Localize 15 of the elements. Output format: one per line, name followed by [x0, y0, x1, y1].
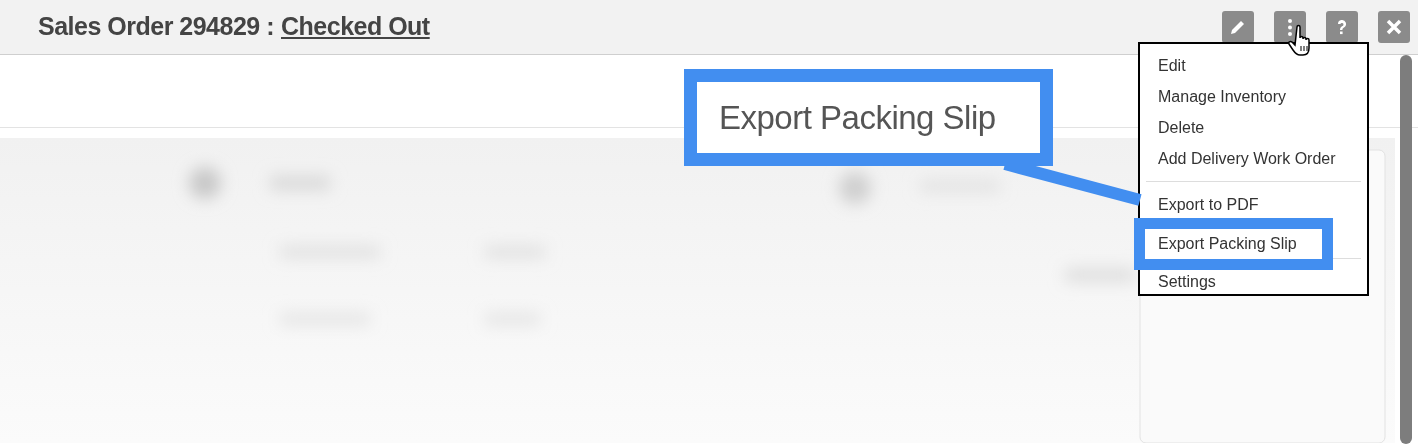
scrollbar[interactable]: [1400, 55, 1412, 444]
menu-item[interactable]: Export Packing Slip: [1158, 232, 1297, 256]
menu-item[interactable]: Manage Inventory: [1140, 84, 1287, 109]
close-icon: [1384, 17, 1404, 37]
toolbar-button[interactable]: [1326, 11, 1358, 43]
callout-label: Export Packing Slip: [719, 97, 996, 138]
menu-item[interactable]: Add Delivery Work Order: [1140, 146, 1336, 171]
status-link[interactable]: Checked Out: [281, 8, 430, 46]
menu-item[interactable]: Settings: [1140, 269, 1216, 294]
more-icon: [1288, 18, 1292, 36]
menu-item[interactable]: Delete: [1140, 115, 1205, 140]
order-title: Sales Order 294829 :: [38, 11, 274, 43]
menu-item[interactable]: Edit: [1140, 53, 1186, 78]
toolbar-button[interactable]: [1222, 11, 1254, 43]
menu-item[interactable]: Export to PDF: [1140, 192, 1259, 217]
